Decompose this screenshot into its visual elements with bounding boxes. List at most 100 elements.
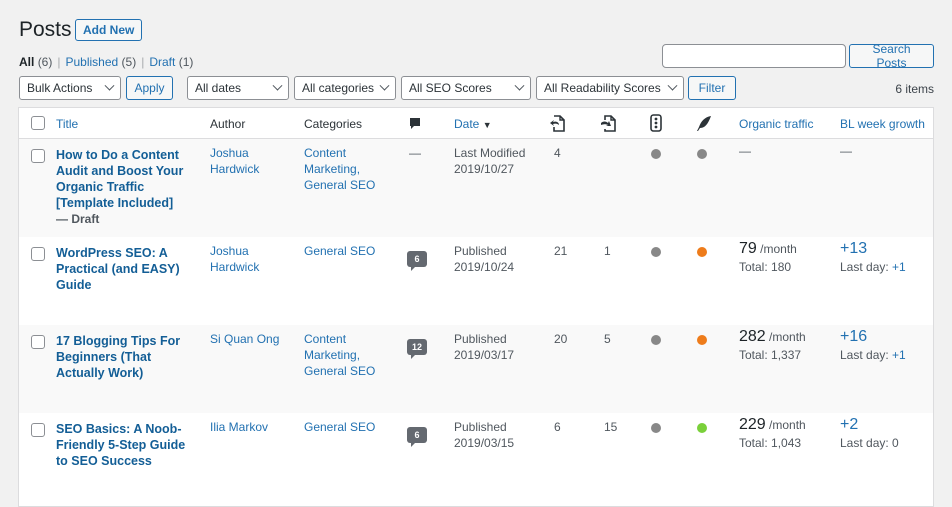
growth-weekly: +16: [840, 328, 868, 345]
column-bl-week-growth[interactable]: BL week growth: [840, 116, 925, 132]
comment-bubble-icon[interactable]: [409, 117, 421, 134]
date-status: Last Modified: [454, 146, 526, 160]
post-title-link[interactable]: 17 Blogging Tips For Beginners (That Act…: [56, 334, 180, 380]
traffic-unit: /month: [769, 330, 806, 344]
bulk-actions-select[interactable]: Bulk Actions: [19, 76, 121, 100]
sort-descending-icon: ▼: [482, 120, 492, 130]
bl-week-growth-cell: +2 Last day: 0: [840, 416, 933, 451]
growth-last-day-value[interactable]: +1: [892, 260, 906, 274]
readability-score-dot: [697, 423, 707, 433]
author-link[interactable]: Ilia Markov: [210, 419, 280, 435]
view-published-label: Published: [65, 55, 119, 69]
view-published[interactable]: Published: [65, 55, 118, 69]
title-cell: WordPress SEO: A Practical (and EASY) Gu…: [56, 245, 191, 293]
row-checkbox[interactable]: [31, 247, 45, 261]
author-link[interactable]: Joshua Hardwick: [210, 145, 280, 177]
date-cell: Published 2019/03/17: [454, 331, 549, 363]
search-posts-button[interactable]: Search Posts: [849, 42, 934, 70]
view-all-label: All: [19, 55, 35, 69]
bl-week-growth-cell: +16 Last day: +1: [840, 328, 933, 363]
items-count: 6 items: [895, 82, 934, 96]
readability-scores-filter-select[interactable]: All Readability Scores: [536, 76, 684, 100]
readability-scores-filter-value: All Readability Scores: [544, 81, 661, 95]
growth-last-day-label: Last day: 0: [840, 436, 899, 450]
growth-weekly: +2: [840, 416, 859, 433]
growth-last-day-value[interactable]: +1: [892, 348, 906, 362]
categories-links[interactable]: General SEO: [304, 419, 384, 435]
outgoing-links-icon[interactable]: [600, 115, 617, 136]
seo-score-dot: [651, 335, 661, 345]
filter-button[interactable]: Filter: [688, 76, 736, 100]
traffic-monthly: 282: [739, 328, 766, 345]
organic-traffic-cell: 79 /month Total: 180: [739, 241, 839, 275]
date-value: 2019/03/15: [454, 436, 515, 450]
seo-score-dot: [651, 423, 661, 433]
date-status: Published: [454, 420, 507, 434]
add-new-button[interactable]: Add New: [75, 19, 143, 41]
view-draft[interactable]: Draft: [149, 55, 175, 69]
view-draft-label: Draft: [149, 55, 176, 69]
seo-score-dot: [651, 149, 661, 159]
view-draft-count: (1): [178, 55, 194, 69]
apply-button[interactable]: Apply: [126, 76, 173, 100]
table-row: 17 Blogging Tips For Beginners (That Act…: [19, 325, 933, 413]
select-all-checkbox[interactable]: [31, 116, 45, 130]
post-title-link[interactable]: WordPress SEO: A Practical (and EASY) Gu…: [56, 246, 180, 292]
view-all-count: (6): [37, 55, 53, 69]
column-author: Author: [210, 117, 246, 131]
author-link[interactable]: Si Quan Ong: [210, 331, 280, 347]
chevron-down-icon: [272, 80, 283, 91]
traffic-light-icon[interactable]: [650, 114, 662, 136]
chevron-down-icon: [667, 80, 678, 91]
view-published-count: (5): [121, 55, 137, 69]
readability-score-dot: [697, 247, 707, 257]
traffic-total: Total: 1,337: [739, 348, 802, 362]
table-row: WordPress SEO: A Practical (and EASY) Gu…: [19, 237, 933, 325]
title-cell: How to Do a Content Audit and Boost Your…: [56, 147, 191, 227]
bulk-actions-value: Bulk Actions: [27, 81, 93, 95]
readability-score-dot: [697, 335, 707, 345]
categories-links[interactable]: Content Marketing, General SEO: [304, 145, 384, 193]
date-status: Published: [454, 244, 507, 258]
row-checkbox[interactable]: [31, 149, 45, 163]
seo-scores-filter-value: All SEO Scores: [409, 81, 492, 95]
seo-scores-filter-select[interactable]: All SEO Scores: [401, 76, 531, 100]
date-status: Published: [454, 332, 507, 346]
categories-links[interactable]: General SEO: [304, 243, 384, 259]
growth-weekly: —: [840, 144, 852, 158]
row-checkbox[interactable]: [31, 423, 45, 437]
column-date[interactable]: Date ▼: [454, 116, 492, 133]
column-categories: Categories: [304, 117, 363, 131]
post-title-link[interactable]: How to Do a Content Audit and Boost Your…: [56, 148, 183, 210]
column-title[interactable]: Title: [56, 116, 78, 132]
growth-last-day-label: Last day:: [840, 348, 889, 362]
traffic-monthly: —: [739, 144, 751, 158]
traffic-monthly: 229: [739, 416, 766, 433]
chevron-down-icon: [379, 80, 390, 91]
dates-filter-value: All dates: [195, 81, 242, 95]
categories-links[interactable]: Content Marketing, General SEO: [304, 331, 384, 379]
incoming-links-icon[interactable]: [549, 115, 566, 136]
column-organic-traffic[interactable]: Organic traffic: [739, 116, 813, 132]
outgoing-links-count: 15: [604, 420, 618, 434]
post-title-link[interactable]: SEO Basics: A Noob-Friendly 5-Step Guide…: [56, 422, 185, 468]
traffic-unit: /month: [760, 242, 797, 256]
date-value: 2019/10/27: [454, 162, 515, 176]
categories-filter-select[interactable]: All categories: [294, 76, 396, 100]
row-checkbox[interactable]: [31, 335, 45, 349]
view-all[interactable]: All (6): [19, 55, 52, 69]
dates-filter-select[interactable]: All dates: [187, 76, 289, 100]
page-title: Posts: [19, 18, 72, 41]
traffic-total: Total: 180: [739, 260, 792, 274]
comments-count[interactable]: —: [409, 145, 421, 161]
comment-count-bubble[interactable]: 6: [407, 427, 427, 447]
comment-count-bubble[interactable]: 6: [407, 251, 427, 271]
column-date-label: Date: [454, 117, 480, 131]
author-link[interactable]: Joshua Hardwick: [210, 243, 280, 275]
feather-icon[interactable]: [696, 115, 712, 136]
search-posts-input[interactable]: [662, 44, 846, 68]
posts-table: Title Author Categories Date ▼ Organic t…: [18, 107, 934, 507]
incoming-links-count: 4: [554, 146, 561, 160]
date-cell: Published 2019/10/24: [454, 243, 549, 275]
comment-count-bubble[interactable]: 12: [407, 339, 427, 359]
